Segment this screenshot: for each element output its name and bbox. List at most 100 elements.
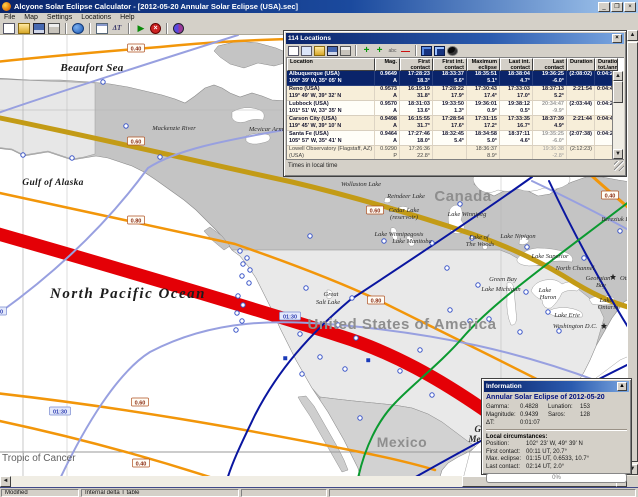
- contact-cell: 20:34:47-9.9°: [533, 101, 567, 116]
- loc-lprint-button[interactable]: [340, 46, 351, 56]
- restore-button[interactable]: ❐: [611, 2, 623, 12]
- eclipse-button[interactable]: [173, 23, 184, 34]
- location-marker[interactable]: [298, 332, 302, 336]
- column-header-last[interactable]: Lastcontact: [533, 58, 567, 71]
- table-row[interactable]: Lowell Observatory (Flagstaff, AZ)(USA)0…: [287, 146, 624, 160]
- scroll-left-button[interactable]: ◄: [0, 476, 11, 487]
- location-marker[interactable]: [618, 229, 622, 233]
- location-marker[interactable]: [308, 234, 312, 238]
- loc-eclipse-view-button[interactable]: [447, 46, 458, 56]
- location-marker[interactable]: [235, 311, 239, 315]
- locations-panel-titlebar[interactable]: 114 Locations ×: [286, 33, 624, 44]
- location-marker[interactable]: [245, 256, 249, 260]
- column-header-first-int-[interactable]: First int.contact: [433, 58, 467, 71]
- table-row[interactable]: Carson City (USA)119° 45' W, 39° 10' N0.…: [287, 116, 624, 131]
- location-marker[interactable]: [382, 239, 386, 243]
- locations-table-scrollbar[interactable]: ▲ ▼: [612, 71, 624, 159]
- location-marker[interactable]: [354, 336, 358, 340]
- location-marker[interactable]: [524, 290, 528, 294]
- location-marker[interactable]: [518, 330, 522, 334]
- delta-t-button[interactable]: ΔT: [111, 23, 123, 34]
- locations-close-button[interactable]: ×: [612, 34, 622, 43]
- loc-lopen-button[interactable]: [314, 46, 325, 56]
- table-scroll-thumb[interactable]: [613, 81, 623, 103]
- table-row[interactable]: Reno (USA)119° 49' W, 39° 32' N0.9573A16…: [287, 86, 624, 101]
- column-header-location[interactable]: Location: [287, 58, 375, 71]
- location-marker[interactable]: [240, 274, 244, 278]
- resize-grip[interactable]: [614, 161, 624, 171]
- close-button[interactable]: ×: [624, 2, 636, 12]
- location-marker[interactable]: [304, 286, 308, 290]
- minimize-button[interactable]: _: [598, 2, 610, 12]
- new-button[interactable]: [3, 23, 15, 34]
- loc-remove-button[interactable]: —: [400, 46, 411, 56]
- loc-lsave-button[interactable]: [327, 46, 338, 56]
- menu-bar: File Map Settings Locations Help: [0, 13, 638, 22]
- location-marker[interactable]: [234, 328, 238, 332]
- column-header-duration[interactable]: Durationtot./ann.: [595, 58, 618, 71]
- location-marker[interactable]: [398, 369, 402, 373]
- location-marker[interactable]: [343, 367, 347, 371]
- open-button[interactable]: [18, 23, 30, 34]
- location-marker[interactable]: [350, 296, 354, 300]
- location-marker[interactable]: [247, 281, 251, 285]
- location-marker[interactable]: [240, 319, 244, 323]
- selected-location-marker[interactable]: [366, 358, 371, 363]
- location-marker[interactable]: [318, 355, 322, 359]
- loc-lnew-button[interactable]: [288, 46, 299, 56]
- table-row[interactable]: Albuquerque (USA)106° 39' W, 35° 05' N0.…: [287, 71, 624, 86]
- column-header-last-int-[interactable]: Last int.contact: [500, 58, 533, 71]
- column-header-mag-[interactable]: Mag.: [375, 58, 400, 71]
- loc-map-sel2-button[interactable]: [434, 46, 445, 56]
- locations-button[interactable]: [96, 23, 108, 34]
- location-marker[interactable]: [546, 310, 550, 314]
- print-button[interactable]: [48, 23, 60, 34]
- stop-button[interactable]: ×: [150, 23, 161, 34]
- location-marker[interactable]: [124, 124, 128, 128]
- loc-add2-button[interactable]: +: [374, 46, 385, 56]
- location-marker[interactable]: [241, 303, 245, 307]
- menu-locations[interactable]: Locations: [81, 14, 111, 21]
- location-marker[interactable]: [358, 416, 362, 420]
- location-marker[interactable]: [525, 245, 529, 249]
- menu-file[interactable]: File: [4, 14, 15, 21]
- location-marker[interactable]: [582, 256, 586, 260]
- menu-help[interactable]: Help: [120, 14, 134, 21]
- play-button[interactable]: ▶: [135, 23, 147, 34]
- location-marker[interactable]: [418, 348, 422, 352]
- column-header-maximum[interactable]: Maximumeclipse: [467, 58, 500, 71]
- loc-add-button[interactable]: +: [361, 46, 372, 56]
- loc-abc-button[interactable]: abc: [387, 46, 398, 56]
- column-header-duration[interactable]: Duration: [567, 58, 595, 71]
- map-button[interactable]: [72, 23, 84, 34]
- location-marker[interactable]: [21, 153, 25, 157]
- location-marker[interactable]: [158, 155, 162, 159]
- information-panel-titlebar[interactable]: Information ▲: [484, 381, 629, 392]
- location-marker[interactable]: [70, 156, 74, 160]
- location-marker[interactable]: [476, 283, 480, 287]
- location-marker[interactable]: [445, 266, 449, 270]
- location-marker[interactable]: [300, 372, 304, 376]
- save-button[interactable]: [33, 23, 45, 34]
- menu-map[interactable]: Map: [24, 14, 38, 21]
- column-header-first[interactable]: Firstcontact: [400, 58, 433, 71]
- location-marker[interactable]: [236, 294, 240, 298]
- selected-location-marker[interactable]: [283, 356, 288, 361]
- table-scroll-up-button[interactable]: ▲: [613, 71, 623, 81]
- loc-map-sel-button[interactable]: [421, 46, 432, 56]
- location-marker[interactable]: [448, 308, 452, 312]
- table-row[interactable]: Lubbock (USA)101° 51' W, 33° 35' N0.9570…: [287, 101, 624, 116]
- table-row[interactable]: Santa Fe (USA)105° 57' W, 35° 41' N0.946…: [287, 131, 624, 146]
- location-marker[interactable]: [430, 393, 434, 397]
- location-marker[interactable]: [101, 80, 105, 84]
- curve-value-label: 0.40: [602, 191, 619, 199]
- title-bar[interactable]: Alcyone Solar Eclipse Calculator - [2012…: [0, 0, 638, 13]
- location-marker[interactable]: [238, 249, 242, 253]
- location-marker[interactable]: [241, 262, 245, 266]
- collapse-button[interactable]: ▲: [617, 382, 627, 391]
- location-marker[interactable]: [248, 268, 252, 272]
- loc-copy-button[interactable]: [301, 46, 312, 56]
- table-scroll-down-button[interactable]: ▼: [613, 149, 623, 159]
- menu-settings[interactable]: Settings: [47, 14, 72, 21]
- scroll-up-button[interactable]: ▲: [627, 30, 638, 41]
